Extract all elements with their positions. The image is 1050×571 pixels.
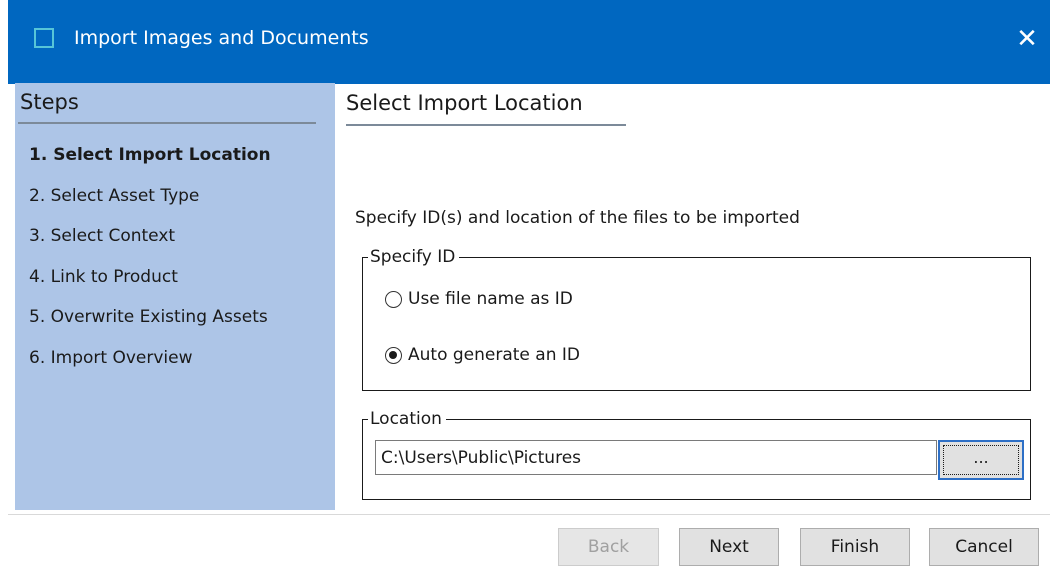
- title-divider: [346, 124, 626, 126]
- step-import-overview[interactable]: 6. Import Overview: [29, 348, 271, 368]
- page-title: Select Import Location: [346, 91, 583, 115]
- step-link-to-product[interactable]: 4. Link to Product: [29, 267, 271, 287]
- location-group: Location ...: [362, 409, 1031, 500]
- title-bar: Import Images and Documents ✕: [8, 0, 1050, 84]
- browse-button[interactable]: ...: [938, 440, 1024, 480]
- radio-label-auto-generate-id: Auto generate an ID: [408, 345, 580, 365]
- specify-id-group: Specify ID Use file name as ID Auto gene…: [362, 247, 1031, 391]
- specify-id-legend: Specify ID: [368, 247, 460, 267]
- steps-heading: Steps: [20, 90, 79, 114]
- radio-button-unchecked[interactable]: [385, 290, 402, 308]
- footer-divider: [8, 514, 1050, 515]
- step-overwrite-existing-assets[interactable]: 5. Overwrite Existing Assets: [29, 307, 271, 327]
- step-select-context[interactable]: 3. Select Context: [29, 226, 271, 246]
- radio-auto-generate-id[interactable]: Auto generate an ID: [385, 345, 580, 365]
- step-select-import-location[interactable]: 1. Select Import Location: [29, 145, 271, 165]
- radio-label-use-file-name: Use file name as ID: [408, 289, 573, 309]
- steps-list: 1. Select Import Location 2. Select Asse…: [29, 145, 271, 389]
- steps-divider: [18, 122, 316, 124]
- instruction-text: Specify ID(s) and location of the files …: [355, 208, 800, 228]
- back-button[interactable]: Back: [558, 528, 659, 566]
- location-legend: Location: [368, 409, 446, 429]
- window-icon: [34, 28, 54, 48]
- browse-button-label: ...: [943, 445, 1019, 475]
- next-button[interactable]: Next: [679, 528, 779, 566]
- radio-use-file-name[interactable]: Use file name as ID: [385, 289, 573, 309]
- step-select-asset-type[interactable]: 2. Select Asset Type: [29, 186, 271, 206]
- location-path-input[interactable]: [375, 440, 937, 475]
- close-icon[interactable]: ✕: [1004, 17, 1050, 61]
- cancel-button[interactable]: Cancel: [929, 528, 1039, 566]
- finish-button[interactable]: Finish: [800, 528, 910, 566]
- window-title: Import Images and Documents: [74, 27, 369, 49]
- radio-button-checked[interactable]: [385, 346, 402, 364]
- steps-sidebar: Steps 1. Select Import Location 2. Selec…: [15, 83, 335, 510]
